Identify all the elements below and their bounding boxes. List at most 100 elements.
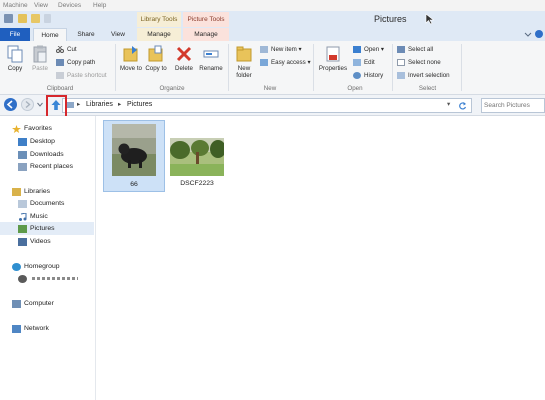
nav-documents[interactable]: Documents: [18, 198, 64, 209]
nav-computer-label: Computer: [24, 300, 54, 307]
move-to-label: Move to: [119, 65, 142, 72]
recent-locations-icon[interactable]: [37, 102, 43, 107]
tab-view[interactable]: View: [103, 28, 133, 41]
vm-menu-view[interactable]: View: [34, 2, 48, 9]
nav-desktop[interactable]: Desktop: [18, 136, 55, 147]
nav-network[interactable]: Network: [12, 323, 49, 334]
vm-menu-devices[interactable]: Devices: [58, 2, 81, 9]
breadcrumb-pictures[interactable]: Pictures: [127, 101, 152, 108]
nav-music-label: Music: [30, 213, 48, 220]
select-all-button[interactable]: Select all: [397, 45, 433, 54]
properties-qat-icon[interactable]: [18, 14, 27, 23]
explorer-icon: [4, 14, 13, 23]
cut-label: Cut: [67, 46, 77, 53]
library-tools-header: Library Tools: [137, 12, 181, 27]
search-box[interactable]: [481, 98, 545, 113]
nav-desktop-label: Desktop: [30, 138, 55, 145]
tab-manage-library[interactable]: Manage: [137, 28, 181, 41]
breadcrumb-chevron-icon[interactable]: ▸: [118, 100, 121, 108]
new-folder-qat-icon[interactable]: [31, 14, 40, 23]
nav-libraries-label: Libraries: [24, 188, 51, 195]
new-item-button[interactable]: New item ▾: [260, 45, 302, 54]
vm-menu-machine[interactable]: Machine: [3, 2, 28, 9]
paste-button[interactable]: Paste: [28, 45, 52, 72]
breadcrumb-libraries[interactable]: Libraries: [86, 101, 113, 108]
select-none-button[interactable]: Select none: [397, 58, 441, 67]
group-label-organize: Organize: [159, 85, 185, 92]
nav-homegroup[interactable]: Homegroup: [12, 261, 60, 272]
tab-file[interactable]: File: [0, 28, 30, 41]
ribbon-separator: [461, 44, 462, 91]
new-folder-button[interactable]: New folder: [231, 45, 257, 79]
nav-favorites[interactable]: Favorites: [12, 123, 52, 134]
new-folder-icon: [236, 45, 252, 63]
address-dropdown-icon[interactable]: ▾: [447, 100, 450, 108]
ribbon-separator: [115, 44, 116, 91]
paste-shortcut-button[interactable]: Paste shortcut: [56, 71, 107, 80]
nav-pictures-label: Pictures: [30, 225, 55, 232]
easy-access-button[interactable]: Easy access ▾: [260, 58, 311, 67]
tab-share[interactable]: Share: [71, 28, 101, 41]
invert-selection-button[interactable]: Invert selection: [397, 71, 450, 80]
group-label-clipboard: Clipboard: [46, 85, 74, 92]
nav-videos[interactable]: Videos: [18, 236, 51, 247]
nav-downloads[interactable]: Downloads: [18, 149, 64, 160]
copy-button[interactable]: Copy: [4, 45, 26, 72]
documents-icon: [18, 200, 27, 208]
back-button[interactable]: [4, 98, 17, 111]
copy-path-button[interactable]: Copy path: [56, 58, 95, 67]
title-bar: Library Tools Picture Tools Pictures: [0, 11, 545, 28]
nav-pictures[interactable]: Pictures: [18, 223, 55, 234]
select-none-icon: [397, 59, 405, 66]
customize-qat-icon[interactable]: [44, 14, 51, 23]
tab-home[interactable]: Home: [33, 28, 67, 42]
copy-to-button[interactable]: Copy to: [145, 45, 167, 72]
scissors-icon: [56, 46, 64, 53]
star-icon: [12, 125, 21, 133]
picture-tools-header: Picture Tools: [183, 12, 229, 27]
recent-places-icon: [18, 163, 27, 171]
rename-button[interactable]: Rename: [198, 45, 224, 72]
navigation-pane: Favorites Desktop Downloads Recent place…: [0, 116, 95, 400]
downloads-icon: [18, 151, 27, 159]
tab-manage-picture[interactable]: Manage: [183, 28, 229, 41]
invert-selection-icon: [397, 72, 405, 79]
invert-selection-label: Invert selection: [408, 72, 450, 79]
file-list: 66 DSCF2223: [96, 116, 545, 400]
forward-button[interactable]: [21, 98, 34, 111]
minimize-ribbon-icon[interactable]: [524, 31, 532, 38]
ribbon-separator: [313, 44, 314, 91]
properties-icon: [325, 45, 341, 63]
nav-network-label: Network: [24, 325, 49, 332]
file-item-66[interactable]: 66: [103, 120, 165, 192]
open-button[interactable]: Open ▾: [353, 45, 384, 54]
file-item-dscf2223[interactable]: DSCF2223: [168, 136, 226, 190]
breadcrumb-chevron-icon[interactable]: ▸: [77, 100, 80, 108]
refresh-icon[interactable]: [458, 101, 467, 110]
libraries-icon: [12, 188, 21, 196]
vm-menu-help[interactable]: Help: [93, 2, 106, 9]
delete-button[interactable]: Delete: [172, 45, 196, 72]
search-input[interactable]: [484, 99, 542, 111]
computer-icon: [12, 300, 21, 308]
copy-path-label: Copy path: [67, 59, 96, 66]
edit-button[interactable]: Edit: [353, 58, 375, 67]
address-bar[interactable]: ▸ Libraries ▸ Pictures ▾: [62, 98, 472, 113]
open-label: Open ▾: [364, 46, 384, 53]
nav-libraries[interactable]: Libraries: [12, 186, 51, 197]
photo-thumbnail-dscf2223: [170, 138, 224, 176]
paste-shortcut-label: Paste shortcut: [67, 72, 107, 79]
cut-button[interactable]: Cut: [56, 45, 77, 54]
easy-access-icon: [260, 59, 268, 66]
history-button[interactable]: History: [353, 71, 383, 80]
nav-computer[interactable]: Computer: [12, 298, 54, 309]
move-to-button[interactable]: Move to: [119, 45, 143, 72]
nav-music[interactable]: Music: [19, 211, 48, 222]
blurred-user-name: [32, 277, 78, 280]
network-icon: [12, 325, 21, 333]
libraries-location-icon: [66, 102, 74, 108]
properties-button[interactable]: Properties: [316, 45, 350, 72]
nav-recent-places[interactable]: Recent places: [18, 161, 73, 172]
copy-to-icon: [148, 45, 164, 63]
help-icon[interactable]: [535, 30, 543, 38]
